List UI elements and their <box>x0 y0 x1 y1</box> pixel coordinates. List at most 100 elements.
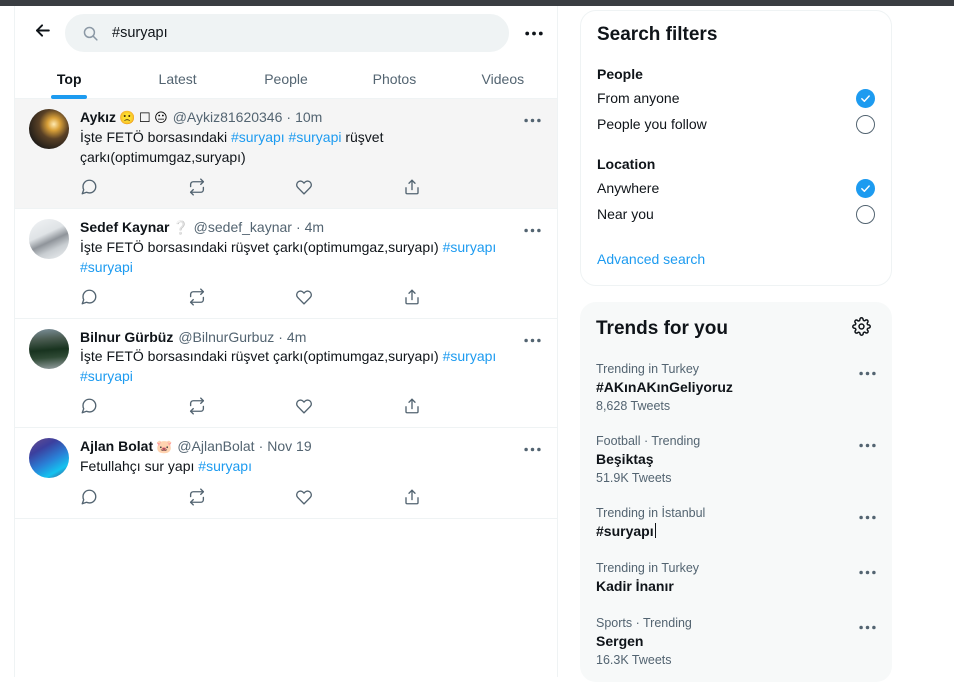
hashtag-link[interactable]: #suryapi <box>80 368 133 384</box>
share-button[interactable] <box>403 284 511 310</box>
search-filter-groups: People From anyone People you follow Locati… <box>597 66 875 227</box>
tweet-item[interactable]: Aykız 🙁 ☐ 😐 @Aykiz81620346 · 10m İşte FETÖ bo… <box>15 99 557 209</box>
radio-selected-icon[interactable] <box>856 88 875 108</box>
tweet-more-button[interactable] <box>519 109 545 131</box>
tweet-timestamp[interactable]: 4m <box>305 218 324 236</box>
advanced-search-link[interactable]: Advanced search <box>597 251 705 267</box>
reply-button[interactable] <box>80 284 188 310</box>
hashtag-link[interactable]: #suryapı <box>443 239 497 255</box>
trend-item[interactable]: Football · Trending Beşiktaş 51.9K Tweets <box>580 424 892 496</box>
like-button[interactable] <box>295 484 403 510</box>
avatar[interactable] <box>29 219 69 259</box>
reply-icon <box>80 397 98 415</box>
reply-button[interactable] <box>80 484 188 510</box>
filter-option-row[interactable]: Near you <box>597 201 875 227</box>
retweet-button[interactable] <box>188 284 296 310</box>
trend-more-button[interactable] <box>854 506 880 528</box>
trend-name-row: Beşiktaş <box>596 449 876 469</box>
trend-tweet-count: 16.3K Tweets <box>596 653 672 667</box>
trend-name[interactable]: #AKınAKınGeliyoruz <box>596 378 733 397</box>
trend-item[interactable]: Trending in Turkey Kadir İnanır <box>580 551 892 606</box>
filter-option-row[interactable]: People you follow <box>597 111 875 137</box>
trends-settings-button[interactable] <box>846 314 876 344</box>
avatar[interactable] <box>29 438 69 478</box>
radio-unselected-icon[interactable] <box>856 204 875 224</box>
tweet-timestamp[interactable]: Nov 19 <box>267 437 311 455</box>
tab-top[interactable]: Top <box>15 60 123 99</box>
tab-videos[interactable]: Videos <box>449 60 557 98</box>
tweet-timestamp[interactable]: 4m <box>287 328 306 346</box>
share-icon <box>403 397 421 415</box>
tweet-item[interactable]: Bilnur Gürbüz @BilnurGurbuz · 4m İşte FETÖ b… <box>15 319 557 428</box>
retweet-button[interactable] <box>188 393 296 419</box>
filter-option-row[interactable]: Anywhere <box>597 175 875 201</box>
tab-latest[interactable]: Latest <box>123 60 231 98</box>
hashtag-link[interactable]: #suryapi <box>80 259 133 275</box>
tweet-more-button[interactable] <box>519 329 545 351</box>
hashtag-link[interactable]: #suryapi <box>289 129 342 145</box>
author-name[interactable]: Ajlan Bolat <box>80 437 153 455</box>
author-handle[interactable]: @AjlanBolat <box>177 437 254 455</box>
author-handle[interactable]: @Aykiz81620346 <box>173 108 283 126</box>
like-button[interactable] <box>295 174 403 200</box>
search-input[interactable]: #suryapı <box>65 14 509 52</box>
tweet-item[interactable]: Ajlan Bolat 🐷 @AjlanBolat · Nov 19 Fetullahçı… <box>15 428 557 519</box>
author-name[interactable]: Bilnur Gürbüz <box>80 328 173 346</box>
avatar[interactable] <box>29 109 69 149</box>
tweet-header: Bilnur Gürbüz @BilnurGurbuz · 4m <box>80 328 519 346</box>
like-button[interactable] <box>295 393 403 419</box>
tweet-header: Ajlan Bolat 🐷 @AjlanBolat · Nov 19 <box>80 437 519 456</box>
trend-name[interactable]: Kadir İnanır <box>596 577 674 596</box>
trend-name[interactable]: #suryapı <box>596 522 654 541</box>
tweet-action-bar <box>80 393 510 419</box>
like-button[interactable] <box>295 284 403 310</box>
back-button[interactable] <box>25 16 59 50</box>
tweet-more-button[interactable] <box>519 438 545 460</box>
author-name[interactable]: Aykız <box>80 108 116 126</box>
retweet-button[interactable] <box>188 174 296 200</box>
tweet-text-segment: İşte FETÖ borsasındaki rüşvet çarkı(opti… <box>80 348 443 364</box>
trend-item[interactable]: Trending in İstanbul #suryapı <box>580 496 892 551</box>
author-emoji: ❔ <box>172 220 189 235</box>
share-button[interactable] <box>403 174 511 200</box>
search-settings-button[interactable] <box>519 18 549 48</box>
author-name[interactable]: Sedef Kaynar <box>80 218 169 236</box>
tweet-more-button[interactable] <box>519 219 545 241</box>
avatar[interactable] <box>29 329 69 369</box>
more-horizontal-icon <box>523 118 541 123</box>
more-horizontal-icon <box>858 371 876 376</box>
trend-item[interactable]: Trending in Turkey #AKınAKınGeliyoruz 8,62… <box>580 352 892 424</box>
reply-button[interactable] <box>80 393 188 419</box>
radio-selected-icon[interactable] <box>856 178 875 198</box>
tab-people[interactable]: People <box>232 60 340 98</box>
trend-more-button[interactable] <box>854 561 880 583</box>
trend-name[interactable]: Sergen <box>596 632 643 651</box>
tweet-action-bar <box>80 174 510 200</box>
trend-tweet-count: 51.9K Tweets <box>596 471 672 485</box>
hashtag-link[interactable]: #suryapı <box>198 458 252 474</box>
more-horizontal-icon <box>523 228 541 233</box>
share-button[interactable] <box>403 393 511 419</box>
trend-more-button[interactable] <box>854 362 880 384</box>
hashtag-link[interactable]: #suryapı <box>443 348 497 364</box>
trend-name[interactable]: Beşiktaş <box>596 450 654 469</box>
trend-item[interactable]: Sports · Trending Sergen 16.3K Tweets <box>580 606 892 678</box>
more-horizontal-icon <box>523 338 541 343</box>
tweet-item[interactable]: Sedef Kaynar ❔ @sedef_kaynar · 4m İşte FETÖ b… <box>15 209 557 319</box>
tweet-timestamp[interactable]: 10m <box>295 108 322 126</box>
author-handle[interactable]: @sedef_kaynar <box>194 218 292 236</box>
radio-unselected-icon[interactable] <box>856 114 875 134</box>
trend-more-button[interactable] <box>854 616 880 638</box>
trend-more-button[interactable] <box>854 434 880 456</box>
share-button[interactable] <box>403 484 511 510</box>
author-handle[interactable]: @BilnurGurbuz <box>178 328 274 346</box>
tweet-header: Aykız 🙁 ☐ 😐 @Aykiz81620346 · 10m <box>80 108 519 127</box>
retweet-button[interactable] <box>188 484 296 510</box>
reply-button[interactable] <box>80 174 188 200</box>
timeline-column: #suryapı Top Latest People Photos Videos Ayk… <box>14 6 558 677</box>
filter-option-row[interactable]: From anyone <box>597 85 875 111</box>
tweet-list: Aykız 🙁 ☐ 😐 @Aykiz81620346 · 10m İşte FETÖ bo… <box>15 99 557 519</box>
tab-photos[interactable]: Photos <box>340 60 448 98</box>
hashtag-link[interactable]: #suryapı <box>231 129 285 145</box>
like-icon <box>295 397 313 415</box>
